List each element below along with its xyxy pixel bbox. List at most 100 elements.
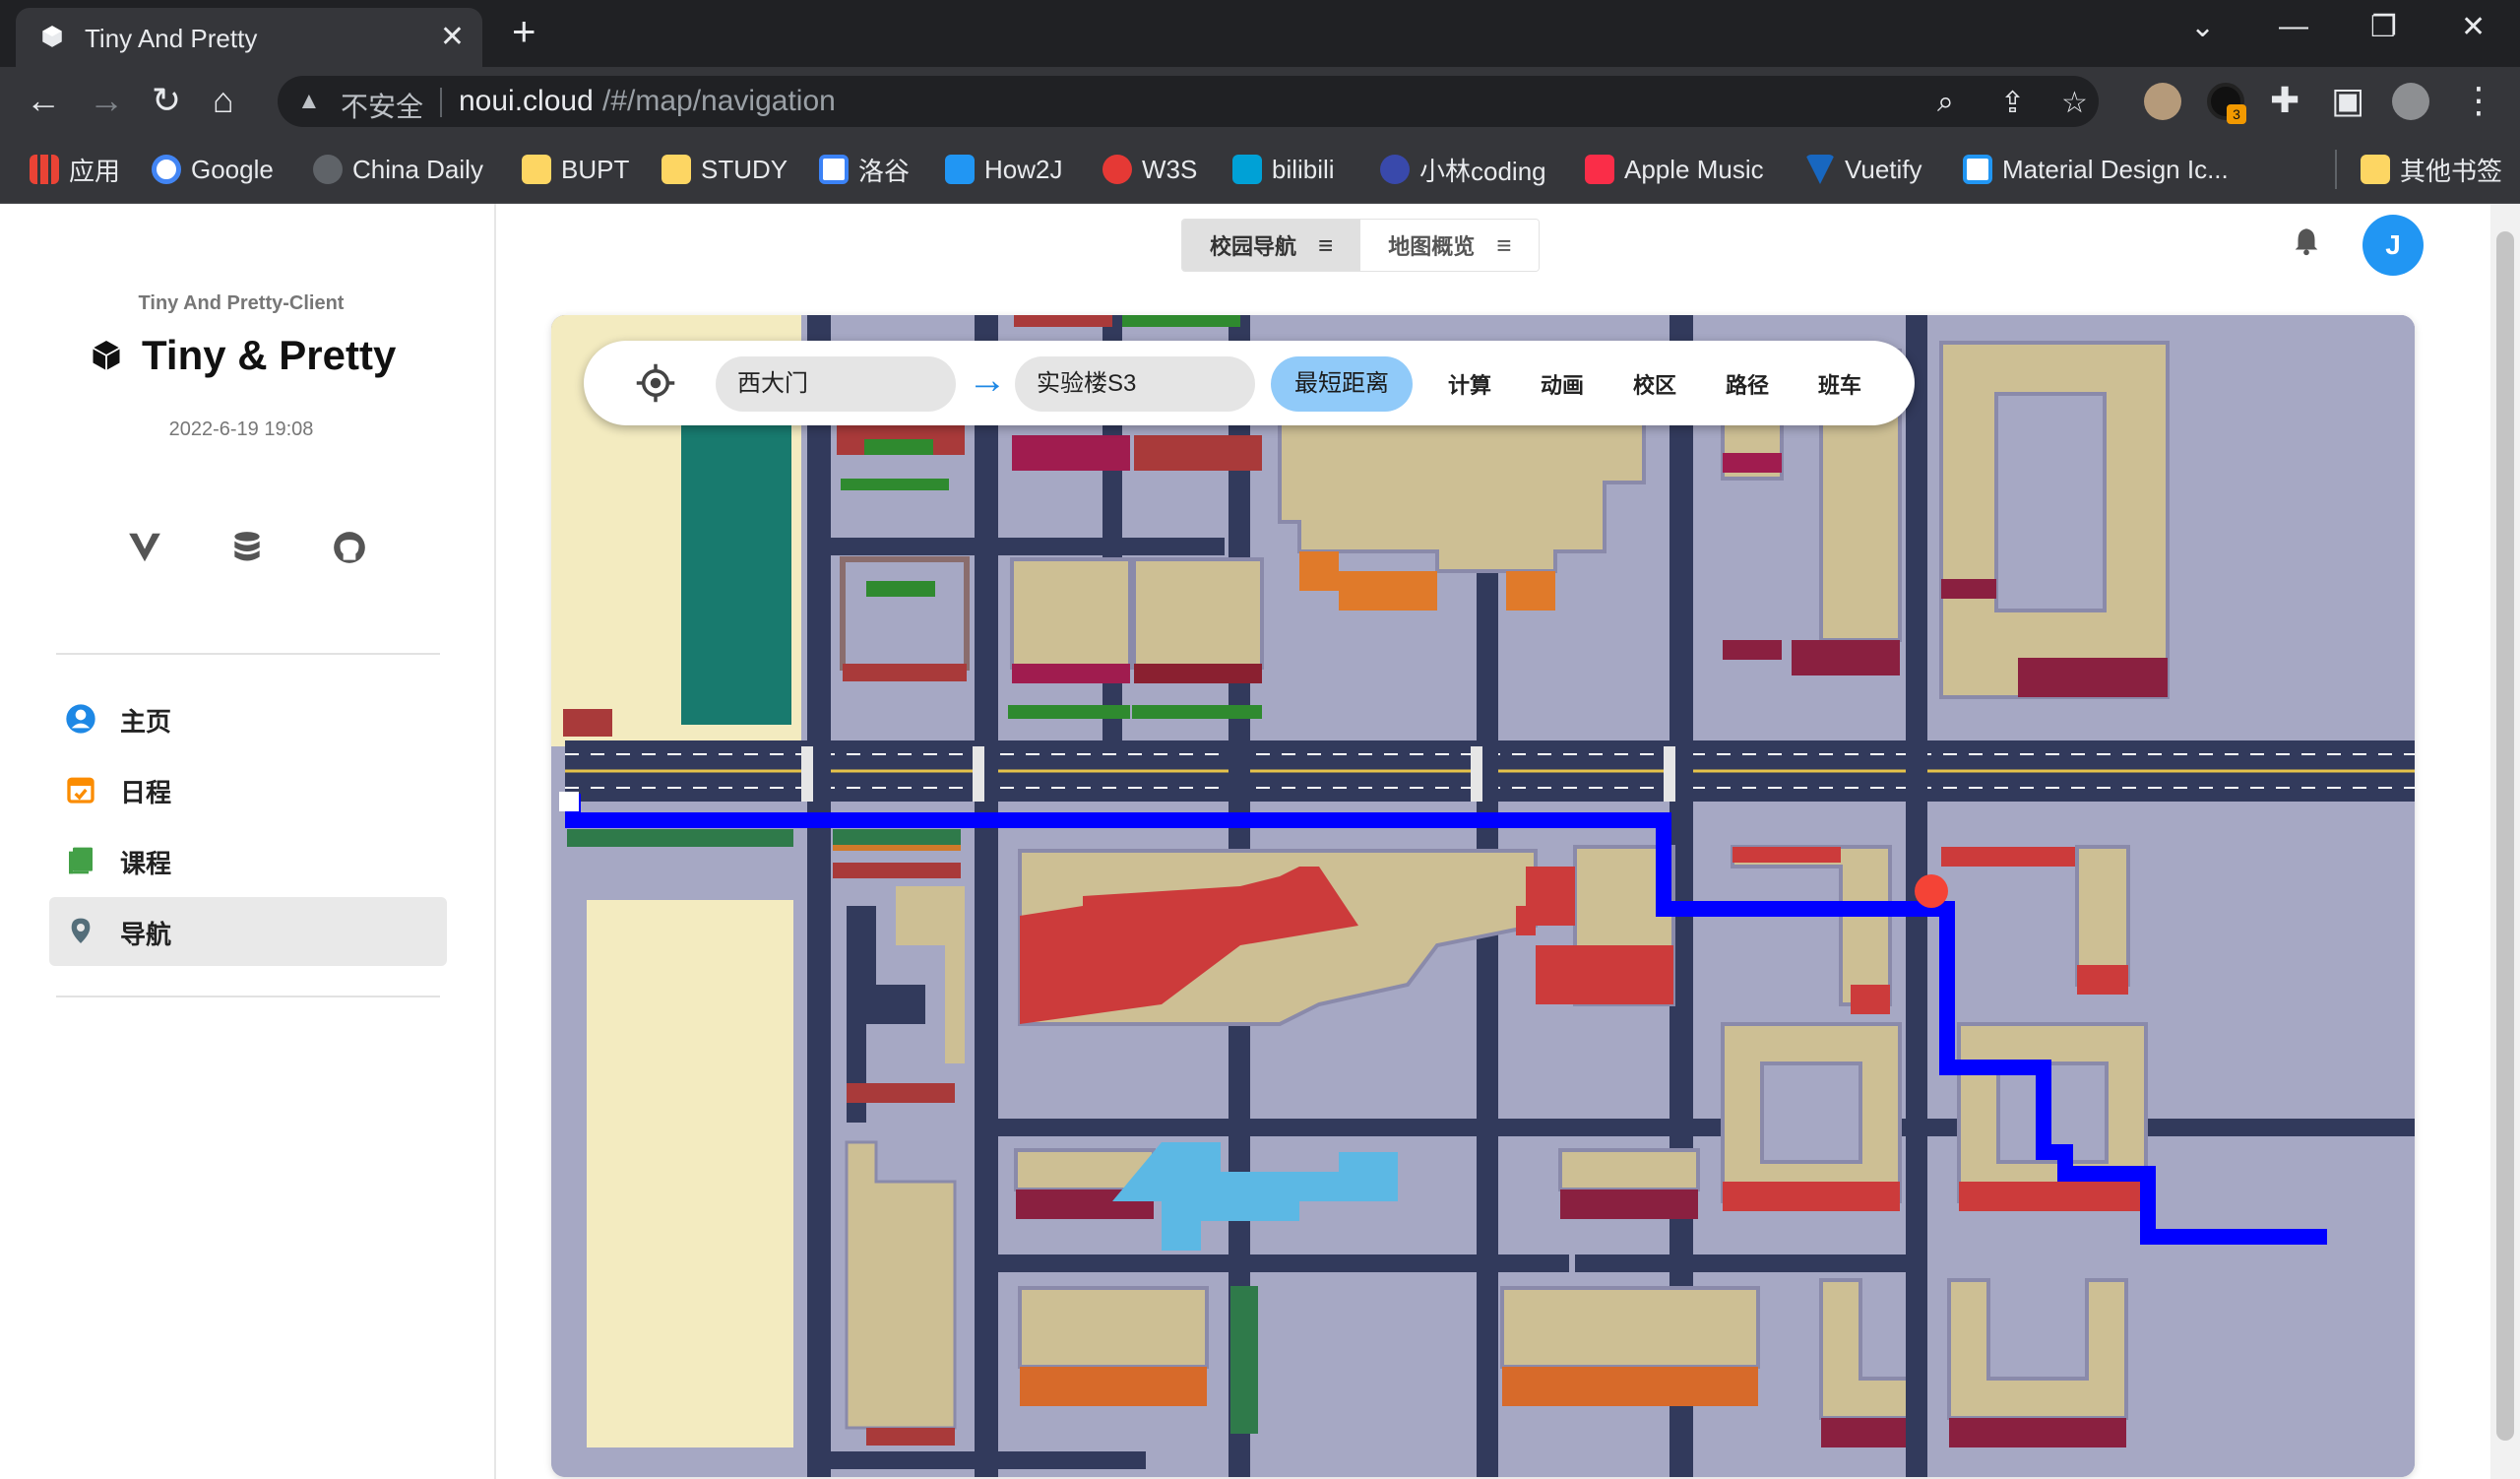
scrollbar-thumb[interactable] — [2496, 231, 2514, 1441]
divider — [2335, 150, 2337, 189]
close-window-icon[interactable]: ✕ — [2461, 10, 2486, 44]
tab-map-overview[interactable]: 地图概览 ≡ — [1360, 220, 1540, 271]
tab-title: Tiny And Pretty — [85, 24, 258, 53]
bookmark-apple-music[interactable]: Apple Music — [1585, 150, 1764, 189]
xiaolin-icon — [1380, 155, 1410, 184]
warning-icon[interactable]: ▲ — [297, 88, 321, 115]
bell-icon[interactable] — [2290, 225, 2323, 267]
cube-icon — [42, 26, 62, 47]
campus-button[interactable]: 校区 — [1633, 368, 1676, 400]
bookmark-how2j[interactable]: How2J — [945, 150, 1062, 189]
avatar[interactable]: J — [2362, 215, 2424, 276]
bookmark-google[interactable]: Google — [152, 150, 274, 189]
tree-column — [1230, 1286, 1258, 1434]
tab-campus-navigation[interactable]: 校园导航 ≡ — [1182, 220, 1361, 271]
calculate-button[interactable]: 计算 — [1448, 368, 1491, 400]
nav-item-label: 主页 — [120, 707, 172, 737]
nav-item-schedule[interactable]: 日程 — [49, 755, 447, 824]
nav-item-home[interactable]: 主页 — [49, 684, 447, 753]
tab-search-icon[interactable]: ⌄ — [2190, 10, 2215, 44]
google-icon — [152, 155, 181, 184]
cube-logo-icon — [93, 341, 120, 370]
bookmark-vuetify[interactable]: Vuetify — [1805, 150, 1922, 189]
tree-row — [567, 829, 793, 847]
apps-grid-icon — [30, 155, 59, 184]
forward-icon[interactable]: → — [89, 81, 124, 120]
star-icon[interactable]: ☆ — [2061, 86, 2088, 120]
database-icon[interactable] — [228, 529, 266, 576]
vuetify-icon — [1805, 155, 1835, 184]
nav-item-label: 日程 — [120, 778, 172, 807]
music-note-icon — [1585, 155, 1614, 184]
nav-item-label: 导航 — [120, 920, 172, 949]
bookmark-xiaolin[interactable]: 小林coding — [1380, 150, 1546, 189]
reload-icon[interactable]: ↻ — [152, 81, 181, 120]
bookmark-apps[interactable]: 应用 — [30, 150, 120, 189]
divider — [56, 653, 440, 655]
bookmark-material-design[interactable]: Material Design Ic... — [1963, 150, 2229, 189]
calendar-icon — [67, 777, 94, 804]
folder-icon — [2361, 155, 2390, 184]
campus-map[interactable] — [551, 315, 2415, 1477]
share-icon[interactable]: ⇪ — [2000, 86, 2025, 120]
destination-field[interactable]: 实验楼S3 — [1015, 356, 1255, 412]
home-icon[interactable]: ⌂ — [213, 81, 234, 120]
animate-button[interactable]: 动画 — [1541, 368, 1584, 400]
sports-field — [681, 388, 791, 725]
sand-area — [587, 900, 793, 1447]
puzzle-icon[interactable]: ✚ — [2270, 81, 2300, 120]
extension-badge: 3 — [2227, 104, 2246, 124]
campus-map-canvas[interactable] — [551, 315, 2415, 1477]
start-marker — [559, 792, 579, 811]
insecure-label[interactable]: 不安全 — [341, 86, 423, 125]
app-subtitle: Tiny And Pretty-Client — [138, 292, 345, 314]
browser-toolbar: ← → ↻ ⌂ ▲ 不安全 noui.cloud /#/map/navigati… — [0, 67, 2520, 136]
origin-field[interactable]: 西大门 — [716, 356, 956, 412]
bookmark-bilibili[interactable]: bilibili — [1232, 150, 1335, 189]
book-icon — [69, 847, 93, 874]
profile-icon[interactable] — [2392, 83, 2429, 120]
tab-label: 校园导航 — [1210, 234, 1297, 259]
date-label: 2022-6-19 19:08 — [168, 418, 314, 440]
back-icon[interactable]: ← — [26, 81, 61, 120]
road — [807, 315, 831, 1477]
bookmark-other[interactable]: 其他书签 — [2361, 150, 2502, 189]
sidebar: Tiny And Pretty-Client Tiny & Pretty 202… — [0, 204, 496, 1479]
crosshair-locate-icon[interactable] — [635, 362, 676, 404]
arrow-right-icon: → — [968, 358, 1007, 402]
shortest-distance-button[interactable]: 最短距离 — [1271, 356, 1413, 412]
page-scrollbar[interactable] — [2490, 204, 2520, 1479]
building — [1558, 1148, 1700, 1219]
brand: Tiny & Pretty — [89, 332, 396, 379]
bookmark-w3s[interactable]: W3S — [1102, 150, 1197, 189]
luogu-icon — [819, 155, 849, 184]
minimize-icon[interactable]: — — [2279, 10, 2308, 43]
menu-icon[interactable]: ⋮ — [2461, 81, 2496, 120]
bookmark-china-daily[interactable]: China Daily — [313, 150, 483, 189]
bookmark-study[interactable]: STUDY — [662, 150, 788, 189]
building — [1721, 1022, 1902, 1211]
tab-label: 地图概览 — [1388, 234, 1476, 259]
zoom-icon[interactable]: ⌕ — [1937, 86, 1954, 119]
road — [975, 315, 998, 1477]
vuetify-icon[interactable] — [126, 529, 163, 576]
w3s-icon — [1102, 155, 1132, 184]
destination-marker — [1915, 874, 1948, 908]
extension-avatar-icon[interactable] — [2144, 83, 2181, 120]
building — [1018, 1286, 1209, 1406]
close-tab-icon[interactable]: ✕ — [440, 20, 465, 54]
sidepanel-icon[interactable]: ▣ — [2331, 81, 2364, 120]
restore-icon[interactable]: ❐ — [2370, 10, 2397, 44]
address-bar[interactable]: ▲ 不安全 noui.cloud /#/map/navigation ⌕ ⇪ ☆ — [278, 76, 2099, 127]
bilibili-icon — [1232, 155, 1262, 184]
bookmark-bupt[interactable]: BUPT — [522, 150, 629, 189]
browser-tab[interactable]: Tiny And Pretty ✕ — [16, 8, 482, 67]
github-icon[interactable] — [331, 529, 368, 576]
bookmark-luogu[interactable]: 洛谷 — [819, 150, 910, 189]
shuttle-button[interactable]: 班车 — [1818, 368, 1861, 400]
nav-item-navigation[interactable]: 导航 — [49, 897, 447, 966]
nav-item-courses[interactable]: 课程 — [49, 826, 447, 895]
path-button[interactable]: 路径 — [1726, 368, 1769, 400]
browser-tab-strip: Tiny And Pretty ✕ + ⌄ — ❐ ✕ — [0, 0, 2520, 67]
new-tab-button[interactable]: + — [512, 11, 536, 52]
